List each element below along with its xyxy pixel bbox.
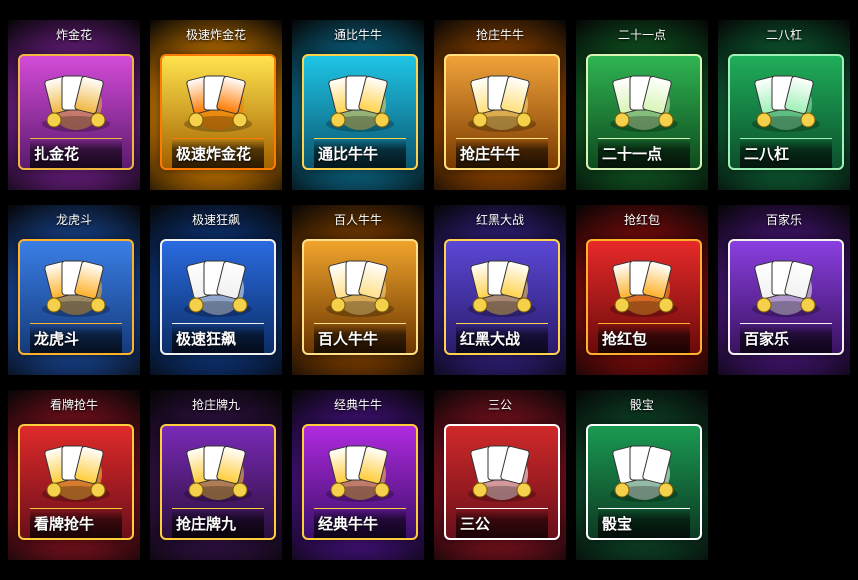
game-card-blackjack[interactable]: 二十一点 二十一点 bbox=[576, 20, 708, 190]
baccarat-chips-icon bbox=[736, 251, 836, 321]
game-label: 红黑大战 bbox=[456, 323, 548, 353]
game-card-red-envelope[interactable]: 抢红包 抢红包 bbox=[576, 205, 708, 375]
game-card-sangong[interactable]: 三公 三公 bbox=[434, 390, 566, 560]
game-label: 极速狂飙 bbox=[172, 323, 264, 353]
dragon-tiger-icon bbox=[26, 251, 126, 321]
game-card-kanpai-qiangniu[interactable]: 看牌抢牛 看牌抢牛 bbox=[8, 390, 140, 560]
warriors-vs-icon bbox=[452, 251, 552, 321]
game-label: 骰宝 bbox=[598, 508, 690, 538]
golden-bull-chips-icon bbox=[310, 436, 410, 506]
mahjong-tiles-icon bbox=[736, 66, 836, 136]
game-card-sicbo[interactable]: 骰宝 骰宝 bbox=[576, 390, 708, 560]
game-artwork-frame: 极速狂飙 bbox=[160, 239, 276, 355]
game-artwork-frame: 龙虎斗 bbox=[18, 239, 134, 355]
kings-cards-icon bbox=[452, 436, 552, 506]
game-label: 抢庄牌九 bbox=[172, 508, 264, 538]
game-title: 看牌抢牛 bbox=[49, 398, 98, 412]
paigow-tiles-icon bbox=[168, 436, 268, 506]
game-label: 看牌抢牛 bbox=[30, 508, 122, 538]
game-artwork-frame: 二八杠 bbox=[728, 54, 844, 170]
game-title: 通比牛牛 bbox=[333, 28, 382, 42]
game-card-longhudou[interactable]: 龙虎斗 龙虎斗 bbox=[8, 205, 140, 375]
game-title: 炸金花 bbox=[55, 28, 92, 42]
game-label: 二十一点 bbox=[598, 138, 690, 168]
game-card-qiangzhuang-paijiu[interactable]: 抢庄牌九 抢庄牌九 bbox=[150, 390, 282, 560]
game-lobby-grid: 炸金花 扎金花 极速炸金花 极速炸金花 通比牛牛 通比牛牛 抢庄牛牛 抢庄牛牛 … bbox=[0, 0, 858, 580]
blackjack-cards-icon bbox=[594, 66, 694, 136]
game-label: 经典牛牛 bbox=[314, 508, 406, 538]
game-title: 经典牛牛 bbox=[333, 398, 382, 412]
game-title: 百人牛牛 bbox=[333, 213, 382, 227]
game-label: 极速炸金花 bbox=[172, 138, 264, 168]
game-label: 百家乐 bbox=[740, 323, 832, 353]
cow-with-gold-icon bbox=[310, 66, 410, 136]
game-card-classic-niuniu[interactable]: 经典牛牛 经典牛牛 bbox=[292, 390, 424, 560]
game-artwork-frame: 抢红包 bbox=[586, 239, 702, 355]
game-card-tongbi-niuniu[interactable]: 通比牛牛 通比牛牛 bbox=[292, 20, 424, 190]
game-title: 极速狂飙 bbox=[191, 213, 240, 227]
game-title: 百家乐 bbox=[765, 213, 802, 227]
game-artwork-frame: 红黑大战 bbox=[444, 239, 560, 355]
game-card-hundred-niuniu[interactable]: 百人牛牛 百人牛牛 bbox=[292, 205, 424, 375]
game-label: 扎金花 bbox=[30, 138, 122, 168]
game-artwork-frame: 二十一点 bbox=[586, 54, 702, 170]
game-card-fast-zhajinhua[interactable]: 极速炸金花 极速炸金花 bbox=[150, 20, 282, 190]
game-title: 二八杠 bbox=[765, 28, 802, 42]
game-title: 抢庄牌九 bbox=[191, 398, 240, 412]
game-artwork-frame: 极速炸金花 bbox=[160, 54, 276, 170]
ox-with-coins-icon bbox=[452, 66, 552, 136]
game-label: 三公 bbox=[456, 508, 548, 538]
golden-bull-cards-icon bbox=[26, 436, 126, 506]
game-card-qiangzhuang-niuniu[interactable]: 抢庄牛牛 抢庄牛牛 bbox=[434, 20, 566, 190]
game-label: 抢庄牛牛 bbox=[456, 138, 548, 168]
game-artwork-frame: 看牌抢牛 bbox=[18, 424, 134, 540]
race-car-icon bbox=[168, 251, 268, 321]
game-title: 二十一点 bbox=[617, 28, 666, 42]
game-card-baccarat[interactable]: 百家乐 百家乐 bbox=[718, 205, 850, 375]
game-artwork-frame: 抢庄牛牛 bbox=[444, 54, 560, 170]
game-title: 抢庄牛牛 bbox=[475, 28, 524, 42]
game-artwork-frame: 通比牛牛 bbox=[302, 54, 418, 170]
game-card-zhajinhua[interactable]: 炸金花 扎金花 bbox=[8, 20, 140, 190]
game-label: 百人牛牛 bbox=[314, 323, 406, 353]
red-envelope-girl-icon bbox=[594, 251, 694, 321]
game-artwork-frame: 骰宝 bbox=[586, 424, 702, 540]
game-title: 骰宝 bbox=[629, 398, 654, 412]
game-artwork-frame: 经典牛牛 bbox=[302, 424, 418, 540]
game-label: 通比牛牛 bbox=[314, 138, 406, 168]
game-title: 极速炸金花 bbox=[185, 28, 246, 42]
game-title: 红黑大战 bbox=[475, 213, 524, 227]
game-artwork-frame: 百人牛牛 bbox=[302, 239, 418, 355]
game-artwork-frame: 抢庄牌九 bbox=[160, 424, 276, 540]
game-title: 龙虎斗 bbox=[55, 213, 92, 227]
game-card-erbagang[interactable]: 二八杠 二八杠 bbox=[718, 20, 850, 190]
game-artwork-frame: 三公 bbox=[444, 424, 560, 540]
game-card-red-black[interactable]: 红黑大战 红黑大战 bbox=[434, 205, 566, 375]
game-label: 二八杠 bbox=[740, 138, 832, 168]
game-title: 抢红包 bbox=[623, 213, 660, 227]
game-artwork-frame: 扎金花 bbox=[18, 54, 134, 170]
pirate-cow-icon bbox=[310, 251, 410, 321]
game-title: 三公 bbox=[487, 398, 512, 412]
game-label: 抢红包 bbox=[598, 323, 690, 353]
game-card-fast-racing[interactable]: 极速狂飙 极速狂飙 bbox=[150, 205, 282, 375]
game-label: 龙虎斗 bbox=[30, 323, 122, 353]
dice-cup-icon bbox=[594, 436, 694, 506]
cards-and-chips-icon bbox=[26, 66, 126, 136]
game-artwork-frame: 百家乐 bbox=[728, 239, 844, 355]
bomb-and-cards-icon bbox=[168, 66, 268, 136]
